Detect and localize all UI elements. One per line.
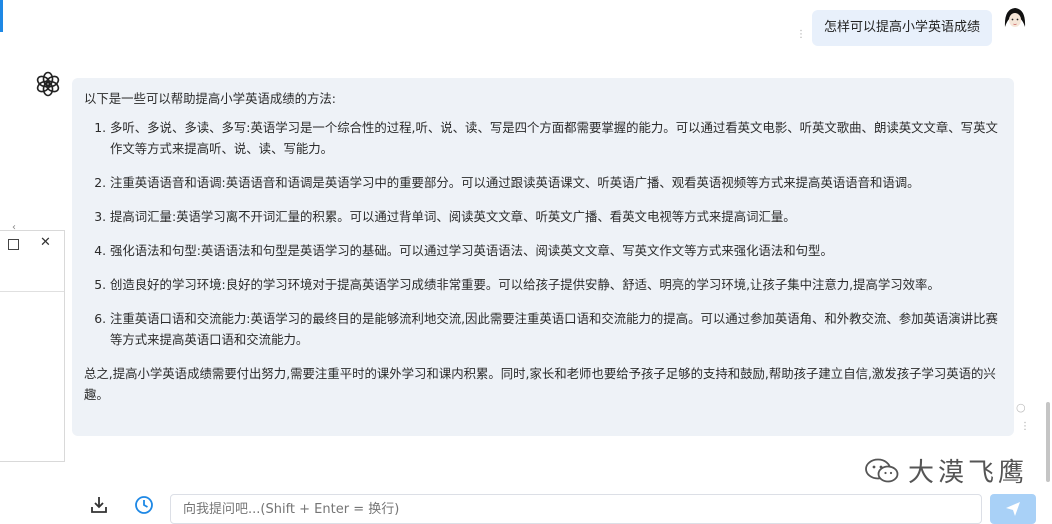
list-item: 创造良好的学习环境:良好的学习环境对于提高英语学习成绩非常重要。可以给孩子提供安… [110, 274, 1002, 295]
list-item: 提高词汇量:英语学习离不开词汇量的积累。可以通过背单词、阅读英文文章、听英文广播… [110, 206, 1002, 227]
watermark: 大漠飞鹰 [864, 452, 1028, 489]
divider [0, 291, 64, 292]
user-avatar [1000, 3, 1030, 33]
watermark-text: 大漠飞鹰 [908, 458, 1029, 488]
more-options-icon[interactable]: ⋮ [796, 30, 806, 40]
wechat-icon [865, 458, 899, 482]
scrollbar[interactable] [1046, 402, 1050, 482]
send-icon [1006, 502, 1020, 516]
floating-panel: ✕ [0, 230, 65, 462]
assistant-outro: 总之,提高小学英语成绩需要付出努力,需要注重平时的课外学习和课内积累。同时,家长… [84, 366, 996, 402]
more-options-icon[interactable]: ⋮ [1020, 422, 1030, 432]
list-item: 多听、多说、多读、多写:英语学习是一个综合性的过程,听、说、读、写是四个方面都需… [110, 117, 1002, 159]
assistant-intro: 以下是一些可以帮助提高小学英语成绩的方法: [84, 91, 336, 106]
methods-list: 多听、多说、多读、多写:英语学习是一个综合性的过程,听、说、读、写是四个方面都需… [84, 117, 1002, 350]
close-icon[interactable]: ✕ [40, 235, 51, 251]
maximize-button[interactable] [8, 239, 19, 250]
history-icon[interactable] [133, 494, 155, 516]
left-accent-bar [0, 0, 3, 32]
list-item: 强化语法和句型:英语语法和句型是英语学习的基础。可以通过学习英语语法、阅读英文文… [110, 240, 1002, 261]
copy-icon[interactable]: ○ [1016, 401, 1026, 414]
assistant-message: 以下是一些可以帮助提高小学英语成绩的方法: 多听、多说、多读、多写:英语学习是一… [72, 78, 1014, 436]
list-item: 注重英语语音和语调:英语语音和语调是英语学习中的重要部分。可以通过跟读英语课文、… [110, 172, 1002, 193]
question-input[interactable] [170, 494, 982, 524]
send-button[interactable] [990, 494, 1036, 524]
list-item: 注重英语口语和交流能力:英语学习的最终目的是能够流利地交流,因此需要注重英语口语… [110, 308, 1002, 350]
user-message: 怎样可以提高小学英语成绩 [811, 10, 992, 46]
chatgpt-logo-icon [36, 71, 60, 97]
download-icon[interactable] [88, 494, 110, 516]
